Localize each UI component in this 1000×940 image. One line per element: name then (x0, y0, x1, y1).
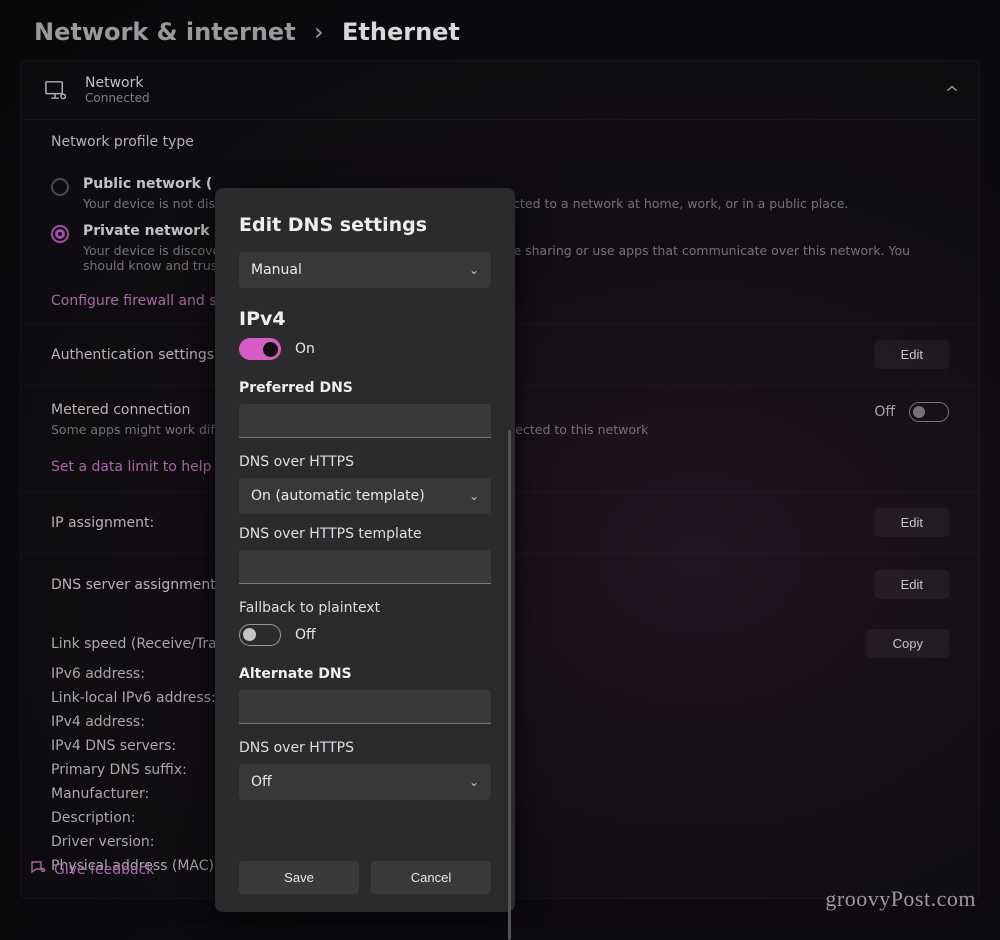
ipv4-toggle[interactable] (239, 338, 281, 360)
mode-value: Manual (251, 262, 302, 278)
chevron-down-icon: ⌄ (469, 775, 479, 789)
fallback-toggle-label: Off (295, 627, 316, 643)
preferred-dns-input[interactable] (239, 404, 491, 438)
ipv4-toggle-label: On (295, 341, 315, 357)
ipv4-heading: IPv4 (239, 308, 491, 330)
doh-template-label: DNS over HTTPS template (239, 526, 491, 542)
doh1-select[interactable]: On (automatic template) ⌄ (239, 478, 491, 514)
chevron-down-icon: ⌄ (469, 489, 479, 503)
chevron-down-icon: ⌄ (469, 263, 479, 277)
doh1-label: DNS over HTTPS (239, 454, 491, 470)
fallback-label: Fallback to plaintext (239, 600, 491, 616)
doh-template-input[interactable] (239, 550, 491, 584)
dialog-title: Edit DNS settings (239, 214, 491, 236)
cancel-button[interactable]: Cancel (371, 861, 491, 894)
alternate-dns-input[interactable] (239, 690, 491, 724)
alternate-dns-label: Alternate DNS (239, 666, 491, 682)
save-button[interactable]: Save (239, 861, 359, 894)
edit-dns-dialog: Edit DNS settings Manual ⌄ IPv4 On Prefe… (215, 188, 515, 912)
doh1-value: On (automatic template) (251, 488, 425, 504)
preferred-dns-label: Preferred DNS (239, 380, 491, 396)
doh2-label: DNS over HTTPS (239, 740, 491, 756)
mode-select[interactable]: Manual ⌄ (239, 252, 491, 288)
doh2-value: Off (251, 774, 272, 790)
dialog-scrollbar[interactable] (508, 430, 511, 940)
doh2-select[interactable]: Off ⌄ (239, 764, 491, 800)
fallback-toggle[interactable] (239, 624, 281, 646)
